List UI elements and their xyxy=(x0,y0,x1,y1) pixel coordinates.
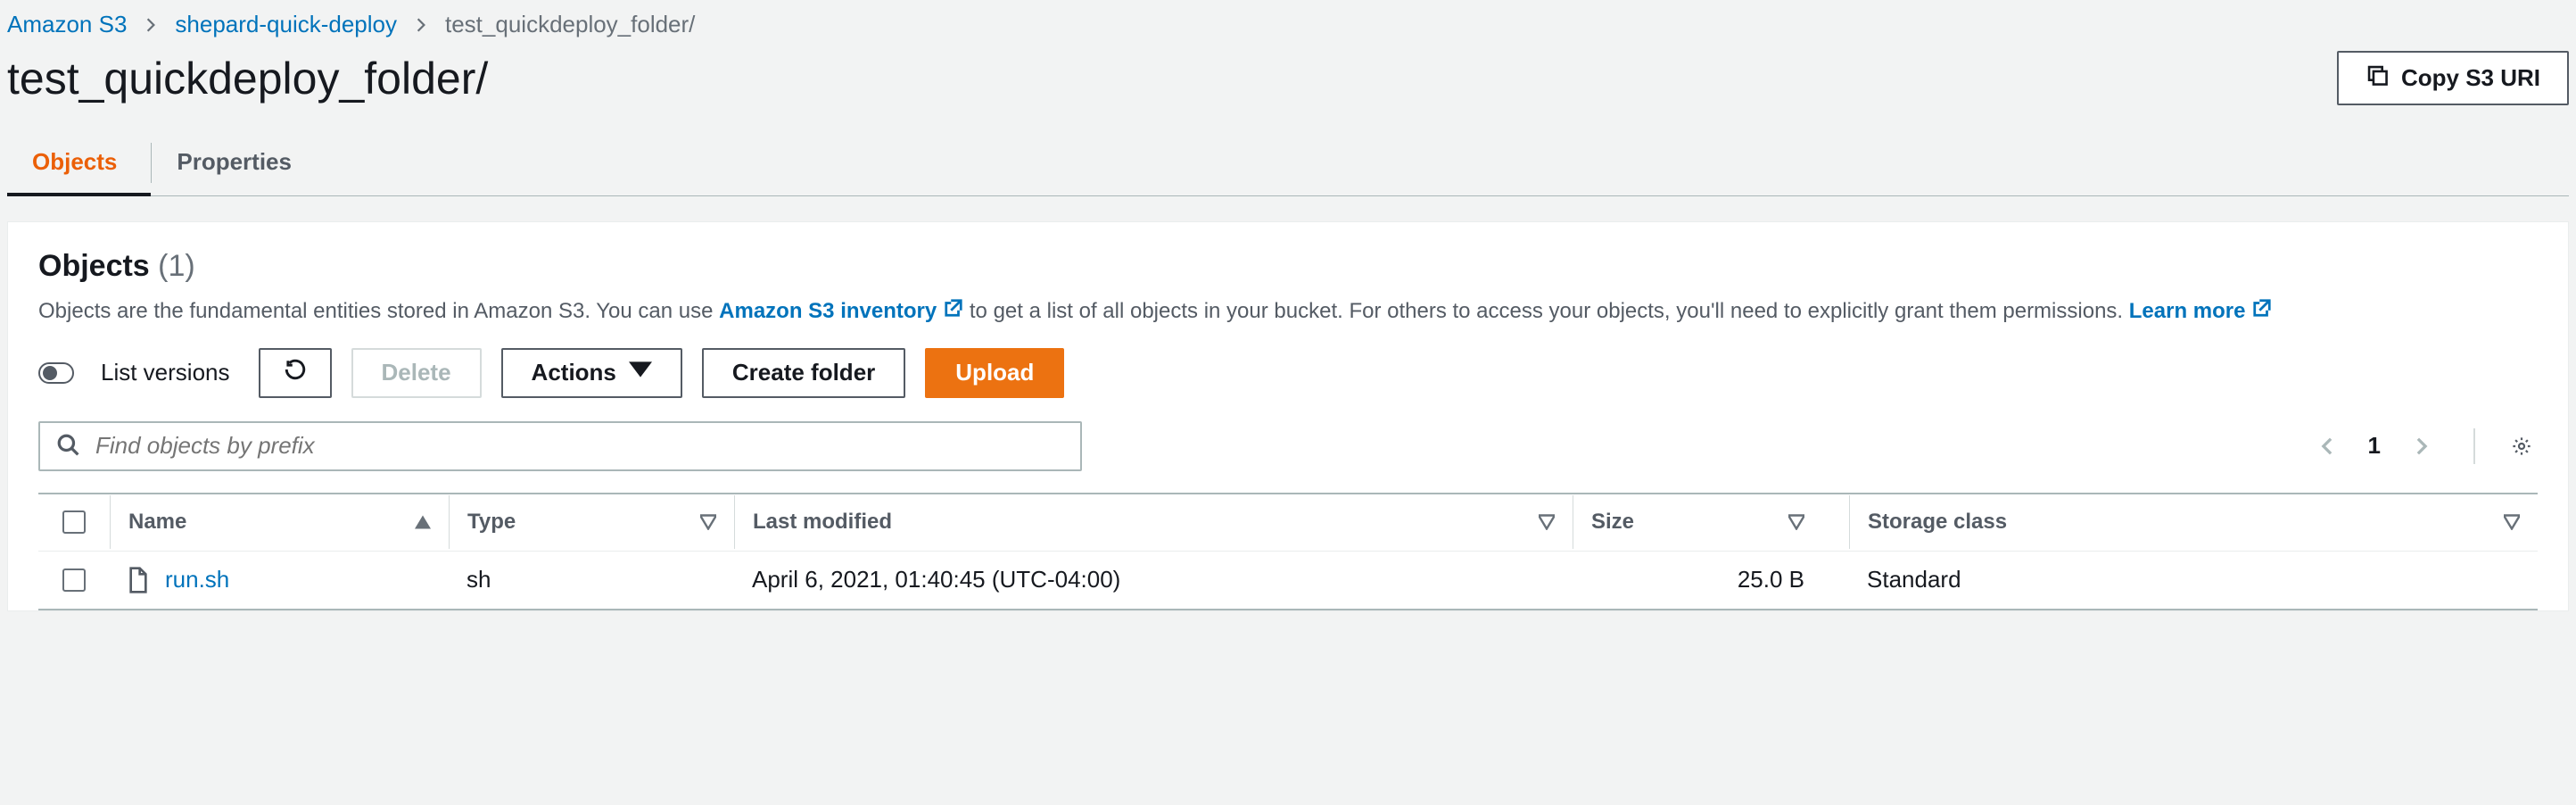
search-box[interactable] xyxy=(38,421,1082,471)
learn-more-link-text: Learn more xyxy=(2129,296,2246,327)
th-size[interactable]: Size xyxy=(1573,495,1849,549)
row-select-checkbox[interactable] xyxy=(62,568,86,592)
panel-description: Objects are the fundamental entities sto… xyxy=(38,296,2538,327)
th-storage-class-label: Storage class xyxy=(1868,510,2007,535)
actions-label: Actions xyxy=(532,359,616,386)
th-type[interactable]: Type xyxy=(449,495,734,549)
th-storage-class[interactable]: Storage class xyxy=(1849,495,2538,549)
page-header: test_quickdeploy_folder/ Copy S3 URI xyxy=(7,47,2569,130)
pagination-next[interactable] xyxy=(2406,430,2438,462)
panel-title: Objects (1) xyxy=(38,249,2538,284)
th-last-modified-label: Last modified xyxy=(753,510,892,535)
pagination: 1 xyxy=(2311,428,2538,464)
th-size-label: Size xyxy=(1591,510,1634,535)
search-row: 1 xyxy=(38,421,2538,471)
create-folder-button[interactable]: Create folder xyxy=(702,348,905,398)
object-name-link[interactable]: run.sh xyxy=(165,566,229,593)
chevron-right-icon xyxy=(413,17,429,33)
refresh-button[interactable] xyxy=(259,348,332,398)
filter-icon xyxy=(2504,514,2520,530)
s3-inventory-link[interactable]: Amazon S3 inventory xyxy=(719,296,963,327)
row-select-cell xyxy=(38,554,110,606)
search-input[interactable] xyxy=(95,432,1064,460)
breadcrumb-item-root[interactable]: Amazon S3 xyxy=(7,11,127,38)
filter-icon xyxy=(700,514,716,530)
select-all-checkbox[interactable] xyxy=(62,510,86,534)
separator xyxy=(2473,428,2475,464)
objects-panel: Objects (1) Objects are the fundamental … xyxy=(7,221,2569,611)
upload-button[interactable]: Upload xyxy=(925,348,1064,398)
caret-down-icon xyxy=(629,358,652,387)
pagination-page-number: 1 xyxy=(2368,432,2381,460)
row-type-cell: sh xyxy=(449,552,734,608)
file-icon xyxy=(128,567,149,593)
s3-inventory-link-text: Amazon S3 inventory xyxy=(719,296,937,327)
list-versions-toggle[interactable] xyxy=(38,362,74,384)
th-last-modified[interactable]: Last modified xyxy=(734,495,1573,549)
th-type-label: Type xyxy=(467,510,516,535)
tab-objects[interactable]: Objects xyxy=(7,130,151,195)
page-title: test_quickdeploy_folder/ xyxy=(7,53,488,104)
panel-title-text: Objects xyxy=(38,249,150,283)
tab-properties[interactable]: Properties xyxy=(152,130,326,195)
panel-desc-text-2: to get a list of all objects in your buc… xyxy=(970,299,2129,323)
sort-asc-icon xyxy=(415,514,431,530)
row-name-cell: run.sh xyxy=(110,552,449,608)
table-header-row: Name Type Last xyxy=(38,494,2538,552)
filter-icon xyxy=(1539,514,1555,530)
learn-more-link[interactable]: Learn more xyxy=(2129,296,2273,327)
copy-icon xyxy=(2365,63,2389,93)
toolbar: List versions Delete Actions Create fold… xyxy=(38,348,2538,398)
external-link-icon xyxy=(2252,296,2272,327)
search-icon xyxy=(56,433,79,459)
objects-table: Name Type Last xyxy=(38,493,2538,610)
table-row: run.sh sh April 6, 2021, 01:40:45 (UTC-0… xyxy=(38,552,2538,609)
tabs: Objects Properties xyxy=(7,130,2569,196)
th-name-label: Name xyxy=(128,510,186,535)
refresh-icon xyxy=(284,358,307,387)
copy-s3-uri-button[interactable]: Copy S3 URI xyxy=(2337,51,2569,105)
copy-s3-uri-label: Copy S3 URI xyxy=(2401,64,2540,92)
th-name[interactable]: Name xyxy=(110,495,449,549)
select-all-cell xyxy=(38,496,110,548)
objects-count: (1) xyxy=(158,249,195,283)
breadcrumb: Amazon S3 shepard-quick-deploy test_quic… xyxy=(7,7,2569,47)
breadcrumb-item-current: test_quickdeploy_folder/ xyxy=(445,11,695,38)
panel-desc-text-1: Objects are the fundamental entities sto… xyxy=(38,299,719,323)
filter-icon xyxy=(1788,514,1804,530)
external-link-icon xyxy=(944,296,963,327)
list-versions-label: List versions xyxy=(101,359,230,386)
breadcrumb-item-bucket[interactable]: shepard-quick-deploy xyxy=(175,11,397,38)
row-size-cell: 25.0 B xyxy=(1573,552,1849,608)
table-settings-button[interactable] xyxy=(2506,430,2538,462)
pagination-previous[interactable] xyxy=(2311,430,2343,462)
row-storage-class-cell: Standard xyxy=(1849,552,2538,608)
row-last-modified-cell: April 6, 2021, 01:40:45 (UTC-04:00) xyxy=(734,552,1573,608)
chevron-right-icon xyxy=(143,17,159,33)
actions-dropdown[interactable]: Actions xyxy=(501,348,682,398)
delete-button[interactable]: Delete xyxy=(351,348,482,398)
